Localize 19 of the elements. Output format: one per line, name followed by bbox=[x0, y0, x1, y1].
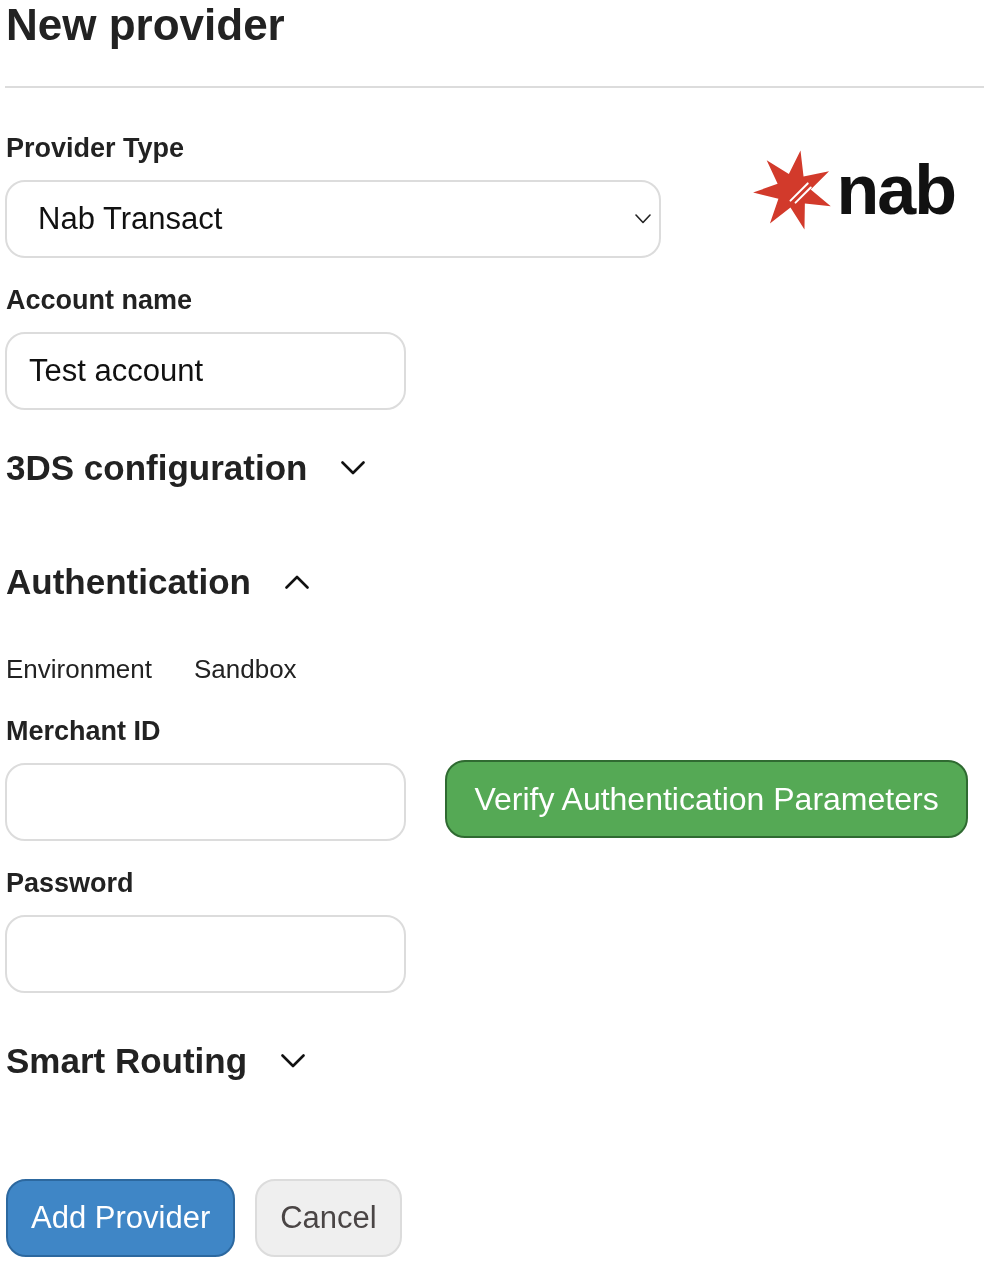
input-field[interactable] bbox=[5, 763, 406, 841]
section-toggle[interactable]: 3DS configuration bbox=[6, 448, 366, 488]
account-name-field[interactable]: Test account bbox=[5, 332, 406, 410]
field-label: Password bbox=[6, 867, 134, 899]
chevron-down-icon bbox=[635, 214, 651, 224]
field-label: Account name bbox=[6, 284, 193, 316]
field-label: Merchant ID bbox=[6, 715, 161, 747]
section-toggle[interactable]: Smart Routing bbox=[6, 1041, 306, 1081]
add-button[interactable]: Add Provider bbox=[6, 1179, 236, 1257]
page-title: New provider bbox=[6, 0, 285, 50]
logo-wordmark: nab bbox=[836, 155, 955, 225]
field-label: Provider Type bbox=[6, 132, 185, 164]
cancel-button[interactable]: Cancel bbox=[255, 1179, 402, 1257]
input-field[interactable] bbox=[5, 915, 406, 993]
provider-type-select[interactable]: Nab Transact bbox=[5, 180, 661, 258]
environment-label: Environment bbox=[6, 653, 152, 685]
environment-value: Sandbox bbox=[193, 653, 297, 685]
section-toggle[interactable]: Authentication bbox=[6, 562, 309, 602]
star-logo-icon bbox=[752, 150, 831, 230]
